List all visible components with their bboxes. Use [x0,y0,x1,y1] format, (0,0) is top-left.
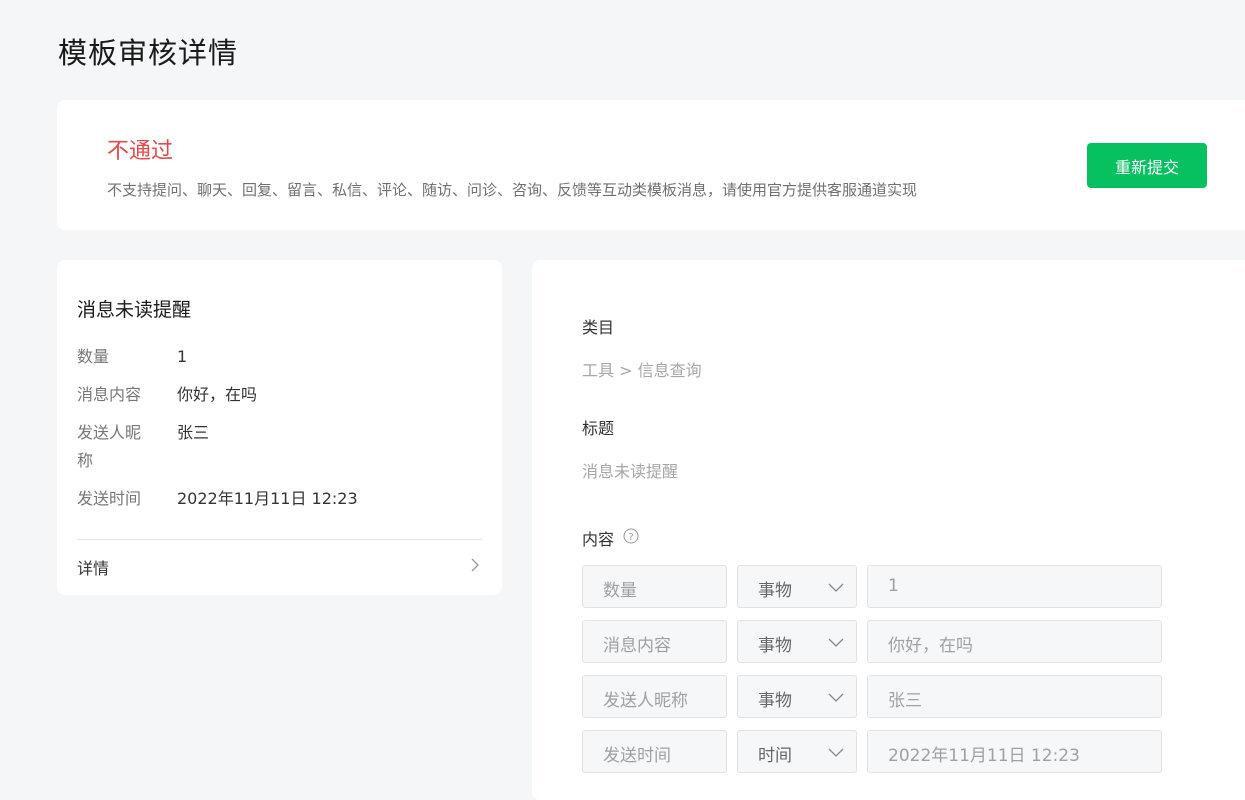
param-value-field[interactable]: 2022年11月11日 12:23 [867,730,1162,773]
param-value-text: 2022年11月11日 12:23 [888,746,1080,766]
svg-text:?: ? [628,532,633,543]
param-name-field[interactable]: 消息内容 [582,620,727,663]
resubmit-button[interactable]: 重新提交 [1087,143,1207,188]
param-name-field[interactable]: 发送时间 [582,730,727,773]
detail-label: 详情 [77,559,110,578]
param-name-field[interactable]: 数量 [582,565,727,608]
param-type-text: 事物 [758,691,792,711]
preview-divider [77,539,482,540]
param-type-text: 事物 [758,636,792,656]
category-label: 类目 [582,318,615,337]
audit-status-card: 不通过 不支持提问、聊天、回复、留言、私信、评论、随访、问诊、咨询、反馈等互动类… [57,100,1245,230]
param-name-text: 数量 [603,581,637,601]
preview-detail-link[interactable]: 详情 [77,552,482,582]
template-form-card: 类目 工具 > 信息查询 标题 消息未读提醒 内容 ? 数量 事物 1 消息内容… [532,260,1245,800]
param-type-text: 事物 [758,581,792,601]
param-name-text: 消息内容 [603,636,671,656]
param-name-field[interactable]: 发送人昵称 [582,675,727,718]
param-name-text: 发送人昵称 [603,691,688,711]
param-value-field[interactable]: 张三 [867,675,1162,718]
param-value-field[interactable]: 1 [867,565,1162,608]
content-label: 内容 [582,530,615,549]
preview-field-value: 你好，在吗 [177,385,258,404]
preview-field-key: 发送人昵称 [77,423,142,470]
chevron-down-icon [828,748,844,757]
page-title: 模板审核详情 [58,36,239,70]
chevron-right-icon [471,558,479,572]
question-circle-icon[interactable]: ? [623,528,639,544]
param-name-text: 发送时间 [603,746,671,766]
param-type-text: 时间 [758,746,792,766]
chevron-down-icon [828,638,844,647]
param-type-select[interactable]: 事物 [737,620,857,663]
preview-field-key: 消息内容 [77,385,142,404]
param-value-text: 张三 [888,691,922,711]
preview-title: 消息未读提醒 [77,299,192,321]
title-label: 标题 [582,419,615,438]
preview-field-key: 发送时间 [77,489,142,508]
preview-field-value: 1 [177,347,188,366]
param-type-select[interactable]: 事物 [737,675,857,718]
preview-field-value: 张三 [177,423,210,442]
title-value: 消息未读提醒 [582,462,679,481]
param-type-select[interactable]: 事物 [737,565,857,608]
status-reason: 不支持提问、聊天、回复、留言、私信、评论、随访、问诊、咨询、反馈等互动类模板消息… [107,181,918,199]
param-value-text: 1 [888,576,899,596]
param-value-field[interactable]: 你好，在吗 [867,620,1162,663]
preview-field-key: 数量 [77,347,110,366]
param-value-text: 你好，在吗 [888,636,973,656]
chevron-down-icon [828,693,844,702]
param-type-select[interactable]: 时间 [737,730,857,773]
preview-field-value: 2022年11月11日 12:23 [177,489,358,508]
category-value: 工具 > 信息查询 [582,361,702,380]
message-preview-card: 消息未读提醒 数量 1 消息内容 你好，在吗 发送人昵称 张三 发送时间 202… [57,260,502,595]
status-title: 不通过 [107,139,174,164]
chevron-down-icon [828,583,844,592]
